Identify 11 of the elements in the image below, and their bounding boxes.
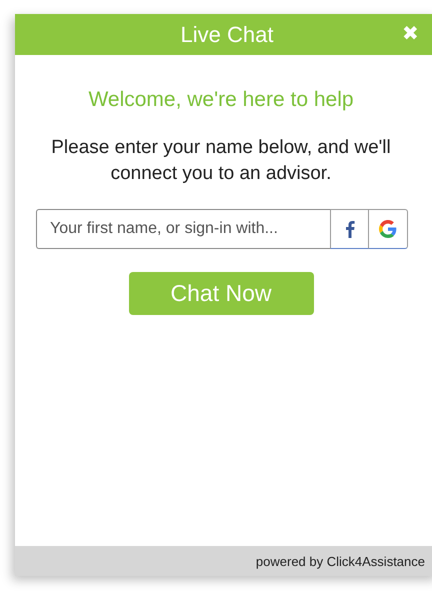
facebook-button[interactable] (330, 209, 369, 249)
welcome-heading: Welcome, we're here to help (88, 88, 354, 112)
chat-now-button[interactable]: Chat Now (128, 272, 314, 315)
name-field[interactable]: Your first name, or sign-in with... (36, 209, 330, 249)
google-button[interactable] (369, 209, 408, 249)
window-title: Live Chat (180, 22, 274, 48)
instructions-text: Please enter your name below, and we'll connect you to an advisor. (51, 136, 391, 186)
google-icon (379, 220, 397, 238)
facebook-icon (344, 220, 354, 238)
close-button[interactable]: ✖ (402, 22, 419, 46)
powered-by-text: powered by Click4Assistance (256, 554, 425, 568)
